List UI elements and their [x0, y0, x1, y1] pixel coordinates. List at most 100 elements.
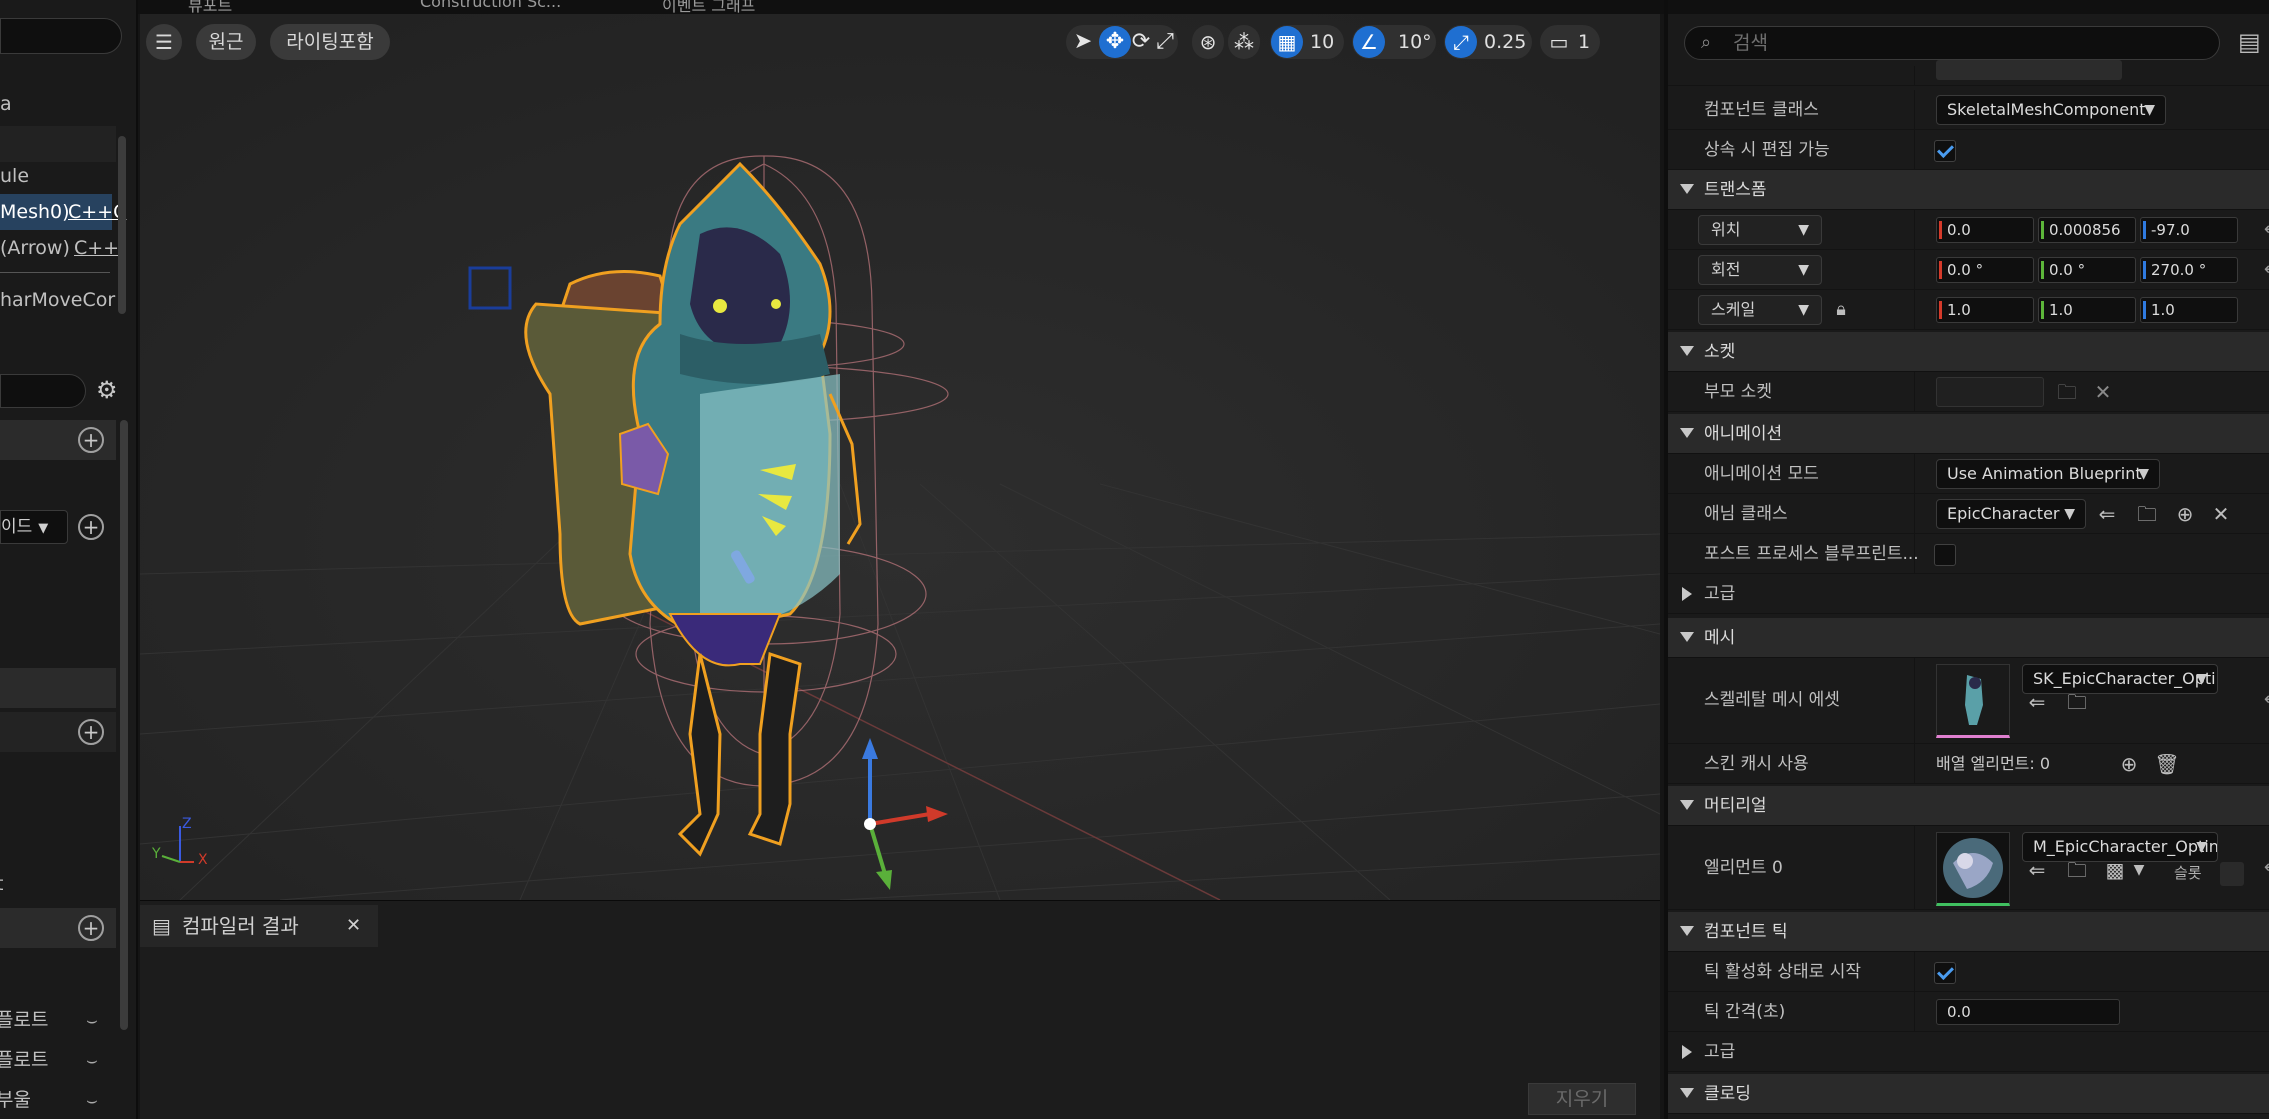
- scale-icon[interactable]: ⤢: [1152, 25, 1178, 59]
- components-search-input[interactable]: [0, 18, 122, 54]
- add-icon[interactable]: +: [78, 427, 104, 453]
- list-item[interactable]: t: [0, 866, 116, 902]
- scale-z-field[interactable]: 1.0: [2140, 297, 2238, 323]
- scale-dropdown[interactable]: 스케일 ▼: [1698, 295, 1822, 325]
- rotation-y-field[interactable]: 0.0 °: [2038, 257, 2136, 283]
- component-class-dropdown[interactable]: SkeletalMeshComponent ▼: [1936, 95, 2166, 125]
- eye-closed-icon[interactable]: ⌣: [86, 1010, 98, 1031]
- reset-arrow-icon[interactable]: ⇠: [2264, 680, 2269, 720]
- scale-snap-icon[interactable]: ⤢: [1445, 26, 1477, 58]
- grid-icon[interactable]: ▦: [1271, 26, 1303, 58]
- editable-inherit-checkbox[interactable]: [1934, 140, 1956, 162]
- rotation-z-field[interactable]: 270.0 °: [2140, 257, 2238, 283]
- myblueprint-search-input[interactable]: [0, 374, 86, 408]
- location-z-field[interactable]: -97.0: [2140, 217, 2238, 243]
- add-icon[interactable]: +: [78, 915, 104, 941]
- animation-mode-dropdown[interactable]: Use Animation Blueprint ▼: [1936, 459, 2160, 489]
- location-y-field[interactable]: 0.000856: [2038, 217, 2136, 243]
- clear-button[interactable]: 지우기: [1528, 1083, 1636, 1115]
- browse-folder-icon[interactable]: 🗀: [2054, 372, 2080, 412]
- scale-snap-value[interactable]: 0.25: [1484, 25, 1526, 59]
- add-icon[interactable]: ⊕: [2172, 494, 2198, 534]
- eye-closed-icon[interactable]: ⌣: [86, 1050, 98, 1071]
- component-row[interactable]: (Arrow) C++: [0, 230, 120, 266]
- advanced-row[interactable]: 고급: [1668, 574, 2269, 614]
- parent-socket-field[interactable]: [1936, 377, 2044, 407]
- surface-snap-icon[interactable]: ⁂: [1228, 25, 1260, 59]
- scrollbar[interactable]: [120, 420, 128, 1030]
- cpp-link[interactable]: C++: [74, 230, 119, 266]
- slot-dropdown[interactable]: [2220, 862, 2244, 886]
- scale-y-field[interactable]: 1.0: [2038, 297, 2136, 323]
- tab-construction-script[interactable]: Construction Sc...: [420, 0, 561, 14]
- select-icon[interactable]: ➤: [1070, 25, 1096, 59]
- browse-folder-icon[interactable]: 🗀: [2064, 682, 2090, 722]
- perspective-button[interactable]: 원근: [196, 24, 256, 60]
- hamburger-icon[interactable]: ☰: [146, 24, 182, 60]
- add-icon[interactable]: +: [78, 514, 104, 540]
- category-materials[interactable]: 머티리얼: [1668, 786, 2269, 826]
- add-icon[interactable]: +: [78, 719, 104, 745]
- reset-arrow-icon[interactable]: ⇠: [2264, 848, 2269, 888]
- clear-icon[interactable]: ✕: [2208, 494, 2234, 534]
- view-dropdown[interactable]: 이드 ▼: [0, 510, 68, 544]
- category-sockets[interactable]: 소켓: [1668, 332, 2269, 372]
- use-selected-icon[interactable]: ⇐: [2094, 494, 2120, 534]
- post-process-checkbox[interactable]: [1934, 544, 1956, 566]
- material-thumbnail[interactable]: [1936, 832, 2010, 906]
- lighting-button[interactable]: 라이팅포함: [270, 24, 390, 60]
- skeletal-mesh-thumbnail[interactable]: [1936, 664, 2010, 738]
- rotation-x-field[interactable]: 0.0 °: [1936, 257, 2034, 283]
- lock-icon[interactable]: 🔒︎: [1828, 290, 1854, 330]
- selected-component-row[interactable]: Mesh0) C++C: [0, 194, 126, 230]
- angle-icon[interactable]: ∠: [1353, 26, 1385, 58]
- category-transform[interactable]: 트랜스폼: [1668, 170, 2269, 210]
- world-local-icon[interactable]: ⊛: [1192, 25, 1224, 59]
- tab-viewport[interactable]: 뷰포트: [188, 0, 232, 15]
- skeletal-mesh-dropdown[interactable]: SK_EpicCharacter_Optin ▼: [2022, 664, 2218, 694]
- tab-compiler-results[interactable]: ▤ 컴파일러 결과 ✕: [140, 905, 378, 947]
- browse-folder-icon[interactable]: 🗀: [2064, 850, 2090, 890]
- scrollbar[interactable]: [118, 136, 126, 314]
- category-mesh[interactable]: 메시: [1668, 618, 2269, 658]
- category-clothing[interactable]: 클로딩: [1668, 1074, 2269, 1114]
- add-icon[interactable]: ⊕: [2116, 744, 2142, 784]
- browse-folder-icon[interactable]: 🗀: [2134, 494, 2160, 534]
- gear-icon[interactable]: ⚙: [96, 376, 118, 404]
- reset-arrow-icon[interactable]: ⇠: [2264, 250, 2269, 290]
- tick-interval-field[interactable]: 0.0: [1936, 999, 2120, 1025]
- grid-snap-value[interactable]: 10: [1310, 25, 1334, 59]
- reset-arrow-icon[interactable]: ⇠: [2264, 210, 2269, 250]
- variable-row[interactable]: 부울: [0, 1082, 116, 1118]
- checker-icon[interactable]: ▩: [2102, 850, 2128, 890]
- viewport[interactable]: Y Z X ☰ 원근 라이팅포함 ➤ ✥ ⟳ ⤢ ⊛ ⁂ ▦ 10 ∠ 10° …: [140, 14, 1660, 900]
- location-x-field[interactable]: 0.0: [1936, 217, 2034, 243]
- component-row[interactable]: harMoveCor: [0, 282, 120, 318]
- tick-start-checkbox[interactable]: [1934, 962, 1956, 984]
- anim-class-dropdown[interactable]: EpicCharacter ▼: [1936, 499, 2086, 529]
- scale-x-field[interactable]: 1.0: [1936, 297, 2034, 323]
- chevron-down-icon: ▼: [1798, 222, 1809, 238]
- advanced-row[interactable]: 고급: [1668, 1032, 2269, 1072]
- category-animation[interactable]: 애니메이션: [1668, 414, 2269, 454]
- table-view-icon[interactable]: ▤: [2238, 28, 2261, 56]
- use-selected-icon[interactable]: ⇐: [2024, 682, 2050, 722]
- variable-row[interactable]: 플로트: [0, 1002, 116, 1038]
- close-icon[interactable]: ✕: [346, 905, 361, 947]
- use-selected-icon[interactable]: ⇐: [2024, 850, 2050, 890]
- chevron-down-icon[interactable]: ▼: [2126, 850, 2152, 890]
- details-search-input[interactable]: ⌕ 검색: [1684, 26, 2220, 60]
- location-dropdown[interactable]: 위치 ▼: [1698, 215, 1822, 245]
- variable-row[interactable]: 플로트: [0, 1042, 116, 1078]
- chevron-down-icon: ▼: [1798, 262, 1809, 278]
- rotation-snap-value[interactable]: 10°: [1398, 25, 1432, 59]
- component-row[interactable]: ule: [0, 158, 120, 194]
- component-row[interactable]: a: [0, 86, 120, 122]
- tab-event-graph[interactable]: 이벤트 그래프: [662, 0, 755, 15]
- property-row: 틱 활성화 상태로 시작: [1668, 952, 2269, 992]
- category-component-tick[interactable]: 컴포넌트 틱: [1668, 912, 2269, 952]
- rotation-dropdown[interactable]: 회전 ▼: [1698, 255, 1822, 285]
- eye-closed-icon[interactable]: ⌣: [86, 1090, 98, 1111]
- trash-icon[interactable]: 🗑︎: [2154, 744, 2180, 784]
- clear-icon[interactable]: ✕: [2090, 372, 2116, 412]
